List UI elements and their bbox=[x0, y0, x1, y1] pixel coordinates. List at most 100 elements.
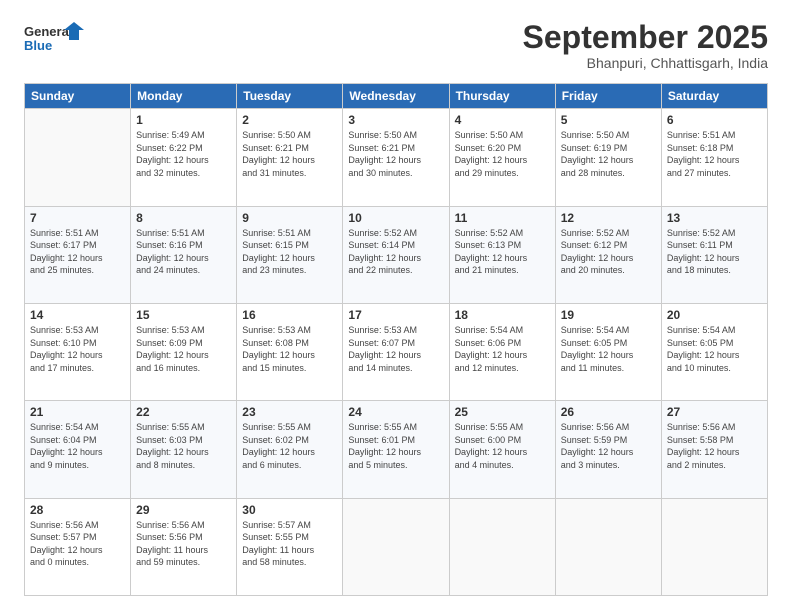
calendar-cell: 26 Sunrise: 5:56 AM Sunset: 5:59 PM Dayli… bbox=[555, 401, 661, 498]
calendar-cell bbox=[343, 498, 449, 595]
weekday-header-wednesday: Wednesday bbox=[343, 84, 449, 109]
day-info: Sunrise: 5:56 AM Sunset: 5:58 PM Dayligh… bbox=[667, 421, 762, 471]
calendar-cell: 19 Sunrise: 5:54 AM Sunset: 6:05 PM Dayli… bbox=[555, 303, 661, 400]
day-info: Sunrise: 5:55 AM Sunset: 6:03 PM Dayligh… bbox=[136, 421, 231, 471]
calendar-cell: 22 Sunrise: 5:55 AM Sunset: 6:03 PM Dayli… bbox=[131, 401, 237, 498]
day-info: Sunrise: 5:53 AM Sunset: 6:07 PM Dayligh… bbox=[348, 324, 443, 374]
calendar-cell: 9 Sunrise: 5:51 AM Sunset: 6:15 PM Daylig… bbox=[237, 206, 343, 303]
day-number: 19 bbox=[561, 308, 656, 322]
day-number: 17 bbox=[348, 308, 443, 322]
day-info: Sunrise: 5:56 AM Sunset: 5:57 PM Dayligh… bbox=[30, 519, 125, 569]
day-info: Sunrise: 5:56 AM Sunset: 5:59 PM Dayligh… bbox=[561, 421, 656, 471]
calendar-cell: 5 Sunrise: 5:50 AM Sunset: 6:19 PM Daylig… bbox=[555, 109, 661, 206]
day-info: Sunrise: 5:54 AM Sunset: 6:05 PM Dayligh… bbox=[561, 324, 656, 374]
day-number: 18 bbox=[455, 308, 550, 322]
calendar-cell: 14 Sunrise: 5:53 AM Sunset: 6:10 PM Dayli… bbox=[25, 303, 131, 400]
calendar-cell: 20 Sunrise: 5:54 AM Sunset: 6:05 PM Dayli… bbox=[661, 303, 767, 400]
weekday-header-sunday: Sunday bbox=[25, 84, 131, 109]
day-info: Sunrise: 5:51 AM Sunset: 6:18 PM Dayligh… bbox=[667, 129, 762, 179]
weekday-header-monday: Monday bbox=[131, 84, 237, 109]
calendar-cell: 12 Sunrise: 5:52 AM Sunset: 6:12 PM Dayli… bbox=[555, 206, 661, 303]
day-info: Sunrise: 5:51 AM Sunset: 6:16 PM Dayligh… bbox=[136, 227, 231, 277]
calendar-cell bbox=[661, 498, 767, 595]
day-number: 15 bbox=[136, 308, 231, 322]
weekday-header-saturday: Saturday bbox=[661, 84, 767, 109]
calendar-cell: 25Sunrise: 5:55 AM Sunset: 6:00 PM Dayli… bbox=[449, 401, 555, 498]
title-block: September 2025 Bhanpuri, Chhattisgarh, I… bbox=[523, 20, 768, 71]
day-number: 10 bbox=[348, 211, 443, 225]
calendar-cell: 1Sunrise: 5:49 AM Sunset: 6:22 PM Daylig… bbox=[131, 109, 237, 206]
day-number: 26 bbox=[561, 405, 656, 419]
weekday-header-thursday: Thursday bbox=[449, 84, 555, 109]
day-number: 2 bbox=[242, 113, 337, 127]
calendar-cell: 27 Sunrise: 5:56 AM Sunset: 5:58 PM Dayli… bbox=[661, 401, 767, 498]
day-info: Sunrise: 5:53 AM Sunset: 6:09 PM Dayligh… bbox=[136, 324, 231, 374]
calendar: SundayMondayTuesdayWednesdayThursdayFrid… bbox=[24, 83, 768, 596]
calendar-cell: 15 Sunrise: 5:53 AM Sunset: 6:09 PM Dayli… bbox=[131, 303, 237, 400]
calendar-cell: 18 Sunrise: 5:54 AM Sunset: 6:06 PM Dayli… bbox=[449, 303, 555, 400]
day-number: 7 bbox=[30, 211, 125, 225]
logo-svg: General Blue bbox=[24, 20, 84, 56]
day-info: Sunrise: 5:53 AM Sunset: 6:08 PM Dayligh… bbox=[242, 324, 337, 374]
day-number: 8 bbox=[136, 211, 231, 225]
day-number: 30 bbox=[242, 503, 337, 517]
day-number: 20 bbox=[667, 308, 762, 322]
calendar-cell: 8 Sunrise: 5:51 AM Sunset: 6:16 PM Daylig… bbox=[131, 206, 237, 303]
day-info: Sunrise: 5:50 AM Sunset: 6:21 PM Dayligh… bbox=[242, 129, 337, 179]
day-info: Sunrise: 5:55 AM Sunset: 6:01 PM Dayligh… bbox=[348, 421, 443, 471]
day-info: Sunrise: 5:51 AM Sunset: 6:15 PM Dayligh… bbox=[242, 227, 337, 277]
calendar-cell: 30 Sunrise: 5:57 AM Sunset: 5:55 PM Dayli… bbox=[237, 498, 343, 595]
svg-text:General: General bbox=[24, 24, 72, 39]
week-row-2: 7 Sunrise: 5:51 AM Sunset: 6:17 PM Daylig… bbox=[25, 206, 768, 303]
day-info: Sunrise: 5:57 AM Sunset: 5:55 PM Dayligh… bbox=[242, 519, 337, 569]
day-number: 21 bbox=[30, 405, 125, 419]
day-info: Sunrise: 5:52 AM Sunset: 6:13 PM Dayligh… bbox=[455, 227, 550, 277]
day-number: 6 bbox=[667, 113, 762, 127]
subtitle: Bhanpuri, Chhattisgarh, India bbox=[523, 55, 768, 71]
day-number: 4 bbox=[455, 113, 550, 127]
day-number: 24 bbox=[348, 405, 443, 419]
calendar-cell bbox=[555, 498, 661, 595]
calendar-cell: 29Sunrise: 5:56 AM Sunset: 5:56 PM Dayli… bbox=[131, 498, 237, 595]
calendar-cell: 21Sunrise: 5:54 AM Sunset: 6:04 PM Dayli… bbox=[25, 401, 131, 498]
calendar-cell: 17 Sunrise: 5:53 AM Sunset: 6:07 PM Dayli… bbox=[343, 303, 449, 400]
day-info: Sunrise: 5:50 AM Sunset: 6:19 PM Dayligh… bbox=[561, 129, 656, 179]
day-number: 12 bbox=[561, 211, 656, 225]
day-info: Sunrise: 5:54 AM Sunset: 6:05 PM Dayligh… bbox=[667, 324, 762, 374]
day-info: Sunrise: 5:52 AM Sunset: 6:14 PM Dayligh… bbox=[348, 227, 443, 277]
calendar-cell: 16 Sunrise: 5:53 AM Sunset: 6:08 PM Dayli… bbox=[237, 303, 343, 400]
day-number: 27 bbox=[667, 405, 762, 419]
calendar-cell: 2 Sunrise: 5:50 AM Sunset: 6:21 PM Daylig… bbox=[237, 109, 343, 206]
day-info: Sunrise: 5:54 AM Sunset: 6:06 PM Dayligh… bbox=[455, 324, 550, 374]
calendar-cell: 23Sunrise: 5:55 AM Sunset: 6:02 PM Dayli… bbox=[237, 401, 343, 498]
day-info: Sunrise: 5:51 AM Sunset: 6:17 PM Dayligh… bbox=[30, 227, 125, 277]
calendar-cell bbox=[25, 109, 131, 206]
day-number: 9 bbox=[242, 211, 337, 225]
day-number: 13 bbox=[667, 211, 762, 225]
day-number: 22 bbox=[136, 405, 231, 419]
weekday-header-friday: Friday bbox=[555, 84, 661, 109]
calendar-cell: 13 Sunrise: 5:52 AM Sunset: 6:11 PM Dayli… bbox=[661, 206, 767, 303]
day-info: Sunrise: 5:50 AM Sunset: 6:21 PM Dayligh… bbox=[348, 129, 443, 179]
day-info: Sunrise: 5:53 AM Sunset: 6:10 PM Dayligh… bbox=[30, 324, 125, 374]
day-info: Sunrise: 5:55 AM Sunset: 6:02 PM Dayligh… bbox=[242, 421, 337, 471]
day-info: Sunrise: 5:49 AM Sunset: 6:22 PM Dayligh… bbox=[136, 129, 231, 179]
calendar-cell: 7 Sunrise: 5:51 AM Sunset: 6:17 PM Daylig… bbox=[25, 206, 131, 303]
day-info: Sunrise: 5:52 AM Sunset: 6:11 PM Dayligh… bbox=[667, 227, 762, 277]
calendar-cell: 11 Sunrise: 5:52 AM Sunset: 6:13 PM Dayli… bbox=[449, 206, 555, 303]
day-number: 14 bbox=[30, 308, 125, 322]
week-row-5: 28 Sunrise: 5:56 AM Sunset: 5:57 PM Dayli… bbox=[25, 498, 768, 595]
day-number: 29 bbox=[136, 503, 231, 517]
day-number: 5 bbox=[561, 113, 656, 127]
day-info: Sunrise: 5:52 AM Sunset: 6:12 PM Dayligh… bbox=[561, 227, 656, 277]
calendar-cell: 6 Sunrise: 5:51 AM Sunset: 6:18 PM Daylig… bbox=[661, 109, 767, 206]
day-number: 28 bbox=[30, 503, 125, 517]
calendar-cell: 10 Sunrise: 5:52 AM Sunset: 6:14 PM Dayli… bbox=[343, 206, 449, 303]
calendar-cell bbox=[449, 498, 555, 595]
day-info: Sunrise: 5:55 AM Sunset: 6:00 PM Dayligh… bbox=[455, 421, 550, 471]
day-number: 11 bbox=[455, 211, 550, 225]
calendar-cell: 3Sunrise: 5:50 AM Sunset: 6:21 PM Daylig… bbox=[343, 109, 449, 206]
month-title: September 2025 bbox=[523, 20, 768, 55]
day-number: 16 bbox=[242, 308, 337, 322]
week-row-3: 14 Sunrise: 5:53 AM Sunset: 6:10 PM Dayli… bbox=[25, 303, 768, 400]
